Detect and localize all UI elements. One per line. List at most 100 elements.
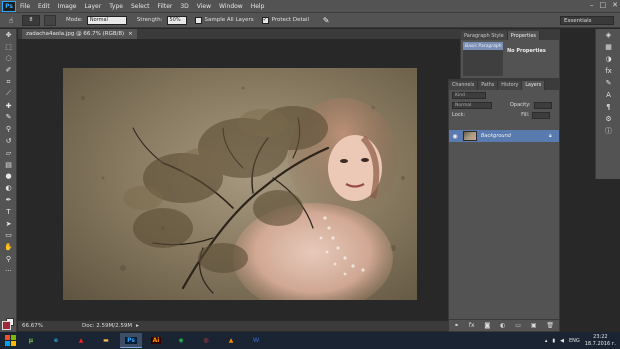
zoom-tool-icon[interactable]: ⚲ [0, 253, 17, 265]
eyedropper-tool-icon[interactable]: ⟋ [0, 88, 17, 100]
close-tab-icon[interactable]: × [128, 31, 133, 37]
menu-select[interactable]: Select [127, 3, 154, 10]
gradient-tool-icon[interactable]: ▤ [0, 159, 17, 171]
spotify-app-icon[interactable]: ◉ [170, 333, 192, 348]
layer-style-icon[interactable]: fx [469, 322, 475, 329]
paragraph-panel-icon[interactable]: ¶ [596, 101, 620, 113]
document-tab[interactable]: zadacha4aola.jpg @ 66.7% (RGB/8) × [22, 29, 137, 39]
dodge-tool-icon[interactable]: ◐ [0, 182, 17, 194]
workspace-select[interactable]: Essentials [560, 16, 614, 25]
menu-window[interactable]: Window [215, 3, 247, 10]
document-image[interactable] [63, 68, 417, 300]
menu-view[interactable]: View [193, 3, 215, 10]
menu-layer[interactable]: Layer [80, 3, 105, 10]
canvas-area[interactable] [18, 39, 460, 320]
shape-tool-icon[interactable]: ▭ [0, 230, 17, 242]
sample-all-layers-checkbox[interactable] [194, 16, 202, 24]
menu-help[interactable]: Help [247, 3, 269, 10]
lock-row: Lock: Fill: [449, 110, 559, 120]
menu-image[interactable]: Image [54, 3, 81, 10]
lasso-tool-icon[interactable]: ◌ [0, 53, 17, 65]
word-app-icon[interactable]: W [245, 333, 267, 348]
quick-select-tool-icon[interactable]: ✐ [0, 64, 17, 76]
pressure-icon[interactable]: ✎ [319, 14, 333, 26]
path-select-tool-icon[interactable]: ➤ [0, 218, 17, 230]
tab-history[interactable]: History [498, 81, 523, 90]
link-layers-icon[interactable]: ⚭ [454, 322, 459, 329]
chrome-app-icon[interactable]: ◎ [195, 333, 217, 348]
network-icon[interactable]: ▮ [552, 338, 555, 344]
close-window-button[interactable]: ✕ [612, 1, 618, 9]
healing-brush-tool-icon[interactable]: ✚ [0, 100, 17, 112]
opacity-input[interactable] [533, 101, 552, 109]
adjustments-panel-icon[interactable]: ◑ [596, 53, 620, 65]
styles-panel-icon[interactable]: fx [596, 65, 620, 77]
maximize-button[interactable]: □ [600, 1, 607, 9]
delete-layer-icon[interactable]: 🗑︎ [546, 322, 554, 329]
brush-panel-icon[interactable] [44, 14, 56, 26]
tab-properties[interactable]: Properties [507, 31, 541, 40]
adjustment-layer-icon[interactable]: ◐ [500, 322, 505, 329]
layers-panel: Channels Paths History Layers Kind Norma… [448, 79, 560, 332]
add-mask-icon[interactable]: ◙ [484, 322, 490, 329]
menu-type[interactable]: Type [105, 3, 127, 10]
crop-tool-icon[interactable]: ⌗ [0, 76, 17, 88]
ie-app-icon[interactable]: e [45, 333, 67, 348]
tab-layers[interactable]: Layers [522, 81, 546, 90]
language-indicator[interactable]: ENG [569, 338, 580, 344]
illustrator-taskbar-icon[interactable]: Ai [145, 333, 167, 348]
layer-row-background[interactable]: ◉ Background 🔒︎ [449, 130, 559, 142]
blur-tool-icon[interactable]: ● [0, 171, 17, 183]
volume-icon[interactable]: ◀ [560, 338, 564, 344]
clone-stamp-tool-icon[interactable]: ⚲ [0, 123, 17, 135]
type-tool-icon[interactable]: T [0, 206, 17, 218]
menu-3d[interactable]: 3D [176, 3, 192, 10]
mode-select[interactable]: Normal [86, 15, 127, 25]
blend-mode-select[interactable]: Normal [452, 101, 492, 109]
foreground-color-swatch[interactable] [2, 321, 11, 330]
new-layer-icon[interactable]: ▣ [531, 322, 537, 329]
smudge-tool-icon[interactable]: ☝ [4, 14, 18, 26]
tab-paths[interactable]: Paths [478, 81, 499, 90]
move-tool-icon[interactable]: ✥ [0, 29, 17, 41]
protect-detail-checkbox[interactable] [261, 16, 269, 24]
file-explorer-app-icon[interactable]: ▬ [95, 333, 117, 348]
new-group-icon[interactable]: ▭ [515, 322, 521, 329]
brush-panel-icon[interactable]: ✎ [596, 77, 620, 89]
visibility-eye-icon[interactable]: ◉ [449, 133, 461, 140]
character-panel-icon[interactable]: A [596, 89, 620, 101]
strength-input[interactable]: 50% [166, 15, 187, 25]
paragraph-style-item[interactable]: Basic Paragraph [463, 42, 503, 50]
brush-size-picker[interactable]: 8 [22, 14, 40, 26]
layers-panel-tabs: Channels Paths History Layers [449, 80, 559, 90]
info-panel-icon[interactable]: ⓘ [596, 125, 620, 137]
color-panel-icon[interactable]: ◈ [596, 29, 620, 41]
more-tools-icon[interactable]: ··· [0, 265, 17, 277]
start-button[interactable] [3, 334, 17, 347]
menu-filter[interactable]: Filter [154, 3, 177, 10]
pen-tool-icon[interactable]: ✒ [0, 194, 17, 206]
clock[interactable]: 23:22 18.7.2016 г. [585, 334, 616, 347]
options-bar: ☝ 8 Mode: Normal Strength: 50% Sample Al… [0, 12, 620, 28]
acrobat-app-icon[interactable]: ▲ [70, 333, 92, 348]
status-menu-arrow-icon[interactable]: ▸ [136, 323, 139, 329]
brush-tool-icon[interactable]: ✎ [0, 112, 17, 124]
swatches-panel-icon[interactable]: ▦ [596, 41, 620, 53]
fill-input[interactable] [532, 111, 551, 119]
kind-filter-select[interactable]: Kind [452, 91, 486, 99]
menu-edit[interactable]: Edit [34, 3, 54, 10]
marquee-tool-icon[interactable]: ⬚ [0, 41, 17, 53]
utorrent-app-icon[interactable]: µ [20, 333, 42, 348]
history-brush-tool-icon[interactable]: ↺ [0, 135, 17, 147]
tool-presets-icon[interactable]: ⚙ [596, 113, 620, 125]
photoshop-taskbar-icon[interactable]: Ps [120, 333, 142, 348]
eraser-tool-icon[interactable]: ▱ [0, 147, 17, 159]
vlc-app-icon[interactable]: ▲ [220, 333, 242, 348]
menu-file[interactable]: File [16, 3, 34, 10]
minimize-button[interactable]: – [590, 1, 594, 9]
tab-paragraph-styles[interactable]: Paragraph Style [461, 31, 508, 40]
zoom-level[interactable]: 66.67% [22, 323, 48, 329]
tray-arrow-icon[interactable]: ▴ [545, 338, 548, 344]
hand-tool-icon[interactable]: ✋ [0, 241, 17, 253]
tab-channels[interactable]: Channels [449, 81, 479, 90]
